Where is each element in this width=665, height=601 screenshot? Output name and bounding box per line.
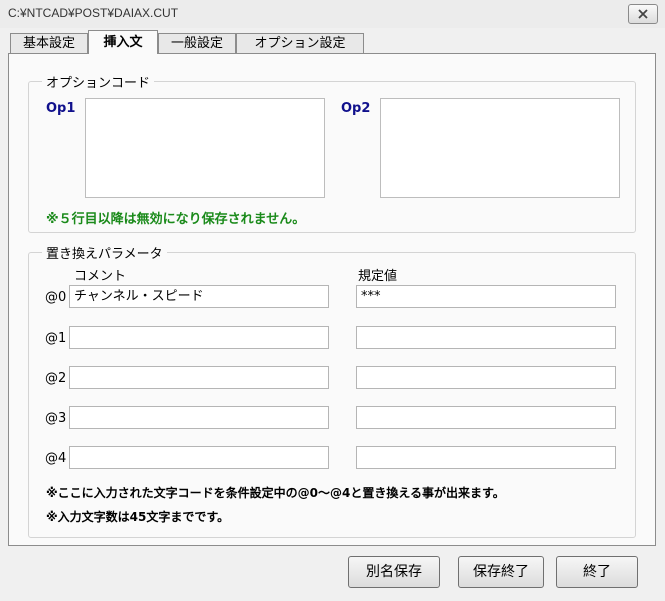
param-comment-input-0[interactable]: チャンネル・スピード: [69, 285, 329, 308]
op1-textarea[interactable]: [85, 98, 325, 198]
param-label-0: @0: [45, 290, 67, 305]
exit-button[interactable]: 終了: [556, 556, 638, 588]
replace-params-legend: 置き換えパラメータ: [42, 243, 167, 262]
op1-label: Op1: [46, 101, 76, 116]
param-comment-input-1[interactable]: [69, 326, 329, 349]
save-and-exit-button[interactable]: 保存終了: [458, 556, 544, 588]
param-label-4: @4: [45, 451, 67, 466]
close-button[interactable]: [628, 4, 658, 24]
param-label-2: @2: [45, 371, 67, 386]
save-as-button[interactable]: 別名保存: [348, 556, 440, 588]
param-default-input-3[interactable]: [356, 406, 616, 429]
param-label-3: @3: [45, 411, 67, 426]
tab-insert-text[interactable]: 挿入文: [88, 30, 158, 54]
param-default-input-1[interactable]: [356, 326, 616, 349]
param-default-input-2[interactable]: [356, 366, 616, 389]
char-limit-note: ※入力文字数は45文字までです。: [46, 510, 230, 524]
param-comment-input-4[interactable]: [69, 446, 329, 469]
comment-column-header: コメント: [74, 269, 127, 284]
tab-basic-settings[interactable]: 基本設定: [10, 33, 88, 53]
default-column-header: 規定値: [358, 269, 398, 284]
param-default-input-0[interactable]: ***: [356, 285, 616, 308]
param-comment-input-2[interactable]: [69, 366, 329, 389]
param-comment-input-3[interactable]: [69, 406, 329, 429]
op2-label: Op2: [341, 101, 371, 116]
window-title: C:¥NTCAD¥POST¥DAIAX.CUT: [8, 6, 179, 20]
close-icon: [638, 9, 648, 19]
tab-general-settings[interactable]: 一般設定: [158, 33, 236, 53]
param-label-1: @1: [45, 331, 67, 346]
replace-note: ※ここに入力された文字コードを条件設定中の@0～@4と置き換える事が出来ます。: [46, 486, 505, 500]
option-warning-text: ※５行目以降は無効になり保存されません。: [46, 212, 306, 227]
option-code-legend: オプションコード: [42, 72, 155, 91]
title-bar: C:¥NTCAD¥POST¥DAIAX.CUT: [0, 0, 665, 28]
op2-textarea[interactable]: [380, 98, 620, 198]
tab-option-settings[interactable]: オプション設定: [236, 33, 364, 53]
param-default-input-4[interactable]: [356, 446, 616, 469]
